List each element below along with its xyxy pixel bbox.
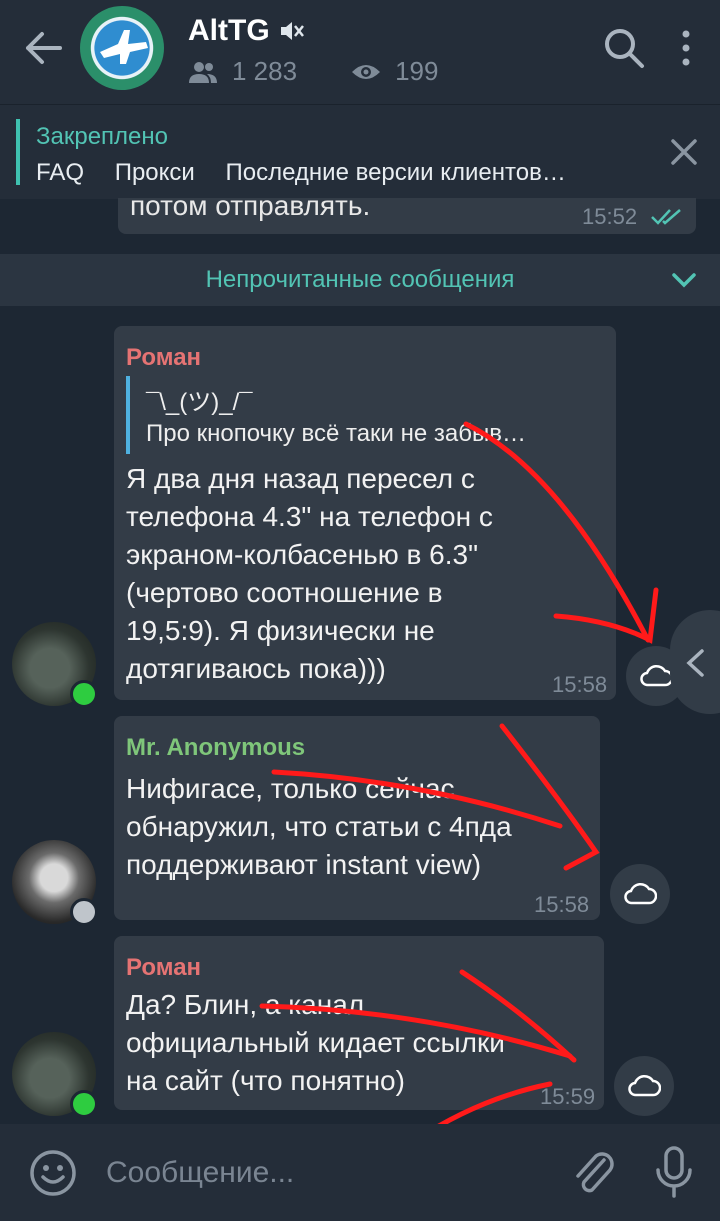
message-time: 15:52 [582,204,638,229]
more-icon[interactable] [676,26,696,70]
channel-avatar[interactable] [80,6,164,90]
attach-icon[interactable] [570,1146,616,1198]
mute-icon [280,22,304,40]
message-list[interactable]: потом отправлять. 15:52 Непрочитанные со… [0,198,720,1122]
unread-label: Непрочитанные сообщения [205,266,515,293]
pinned-links: FAQ Прокси Последние версии клиентов… [36,159,590,187]
message-bubble[interactable]: потом отправлять. 15:52 [118,198,696,234]
pinned-link-proxy[interactable]: Прокси [115,159,195,186]
message-time: 15:59 [540,1084,596,1109]
chat-title: AltTG [188,14,270,47]
view-count: 199 [395,56,439,86]
pinned-link-versions[interactable]: Последние версии клиентов… [225,159,565,186]
member-count: 1 283 [232,56,298,86]
double-check-icon [651,209,681,225]
message-text: Нифигасе, только сейчас обнаружил, что с… [126,773,512,880]
message-text: Да? Блин, а канал официальный кидает ссы… [126,989,505,1096]
cloud-icon [640,664,673,687]
message-composer [0,1124,720,1221]
cloud-icon [624,882,657,905]
reply-quote[interactable]: ¯\_(ツ)_/¯ Про кнопочку всё таки не забыв… [126,376,596,454]
sender-name[interactable]: Роман [126,954,201,982]
cloud-icon [628,1074,661,1097]
online-indicator [70,680,98,708]
back-button[interactable] [20,28,68,68]
message-text: потом отправлять. [130,198,371,221]
message-input[interactable] [104,1152,548,1194]
online-indicator [70,1090,98,1118]
sender-name[interactable]: Mr. Anonymous [126,734,305,762]
close-icon[interactable] [668,136,700,168]
message-bubble[interactable]: Роман ¯\_(ツ)_/¯ Про кнопочку всё таки не… [114,326,616,700]
message-text: Я два дня назад пересел с телефона 4.3" … [126,463,493,684]
offline-indicator [70,898,98,926]
quote-bar [126,376,130,454]
message-bubble[interactable]: Mr. Anonymous Нифигасе, только сейчас об… [114,716,600,920]
quote-author: ¯\_(ツ)_/¯ [146,389,253,416]
microphone-icon[interactable] [652,1144,696,1200]
chevron-left-icon [686,649,704,677]
side-panel-tab[interactable] [670,610,720,714]
quote-text: Про кнопочку всё таки не забыв… [146,420,526,447]
pinned-message-bar[interactable]: Закреплено FAQ Прокси Последние версии к… [0,104,720,199]
message-time: 15:58 [534,892,590,917]
people-icon [189,61,217,83]
emoji-icon[interactable] [28,1148,78,1198]
sender-name[interactable]: Роман [126,344,201,372]
back-arrow-icon [26,32,62,64]
unread-divider: Непрочитанные сообщения [0,254,720,306]
message-time: 15:58 [552,672,608,697]
save-to-cloud-button[interactable] [610,864,670,924]
pinned-link-faq[interactable]: FAQ [36,159,84,186]
save-to-cloud-button[interactable] [614,1056,674,1116]
pinned-title: Закреплено [36,123,168,150]
eye-icon [352,64,381,79]
chat-header: AltTG 1 283 199 [0,0,720,104]
search-icon[interactable] [602,26,646,70]
chevron-down-icon[interactable] [670,270,698,290]
jet-icon [100,30,148,64]
pinned-accent-bar [16,119,20,185]
message-bubble[interactable]: Роман Да? Блин, а канал официальный кида… [114,936,604,1110]
